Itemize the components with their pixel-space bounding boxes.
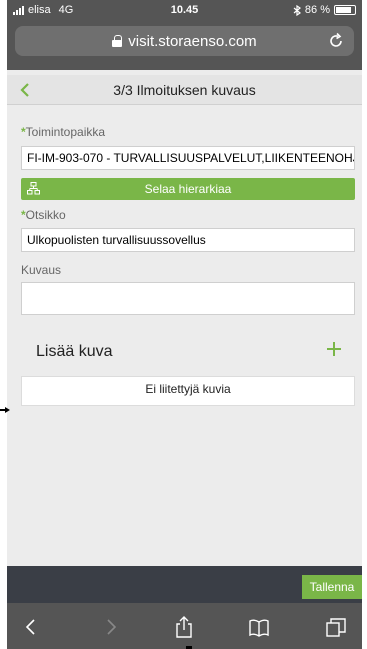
attachments-list: Ei liitettyjä kuvia xyxy=(21,376,355,406)
app-frame: elisa 4G 10.45 86 % visit.storaenso.com xyxy=(7,0,362,649)
no-attachments-text: Ei liitettyjä kuvia xyxy=(145,382,231,396)
share-icon[interactable] xyxy=(173,615,195,639)
battery-fill xyxy=(336,7,352,13)
browser-back-icon[interactable] xyxy=(21,615,43,639)
bluetooth-icon xyxy=(293,4,301,16)
browse-hierarchy-button[interactable]: Selaa hierarkiaa xyxy=(21,178,355,200)
reload-icon[interactable] xyxy=(326,31,346,51)
location-field[interactable]: FI-IM-903-070 - TURVALLISUUSPALVELUT,LII… xyxy=(21,146,355,170)
subject-label-text: Otsikko xyxy=(25,208,66,222)
battery-icon xyxy=(334,5,356,15)
url-text: visit.storaenso.com xyxy=(128,33,257,50)
browser-url-area: visit.storaenso.com xyxy=(7,20,362,70)
url-display: visit.storaenso.com xyxy=(15,33,354,50)
status-bar: elisa 4G 10.45 86 % xyxy=(7,0,362,20)
hierarchy-icon xyxy=(27,182,40,195)
footer-bar: Tallenna xyxy=(7,566,362,603)
add-image-title: Lisää kuva xyxy=(36,343,113,360)
subject-label: *Otsikko xyxy=(21,208,66,222)
page-title: 3/3 Ilmoituksen kuvaus xyxy=(113,82,256,98)
url-bar[interactable]: visit.storaenso.com xyxy=(15,26,354,56)
tabs-icon[interactable] xyxy=(325,615,347,639)
location-label: *Toimintopaikka xyxy=(21,125,105,139)
location-label-text: Toimintopaikka xyxy=(25,125,106,139)
description-label: Kuvaus xyxy=(21,263,62,277)
save-button[interactable]: Tallenna xyxy=(302,575,362,599)
lock-icon xyxy=(112,35,123,47)
browser-forward-icon[interactable] xyxy=(100,615,122,639)
battery-percent: 86 % xyxy=(304,4,330,16)
description-field[interactable] xyxy=(21,282,355,315)
add-image-plus-icon[interactable] xyxy=(327,342,341,356)
bookmarks-icon[interactable] xyxy=(248,615,270,639)
annotation-pointer-arrow xyxy=(5,407,10,413)
app-header: 3/3 Ilmoituksen kuvaus xyxy=(7,75,362,105)
browser-toolbar xyxy=(7,603,362,649)
browse-hierarchy-label: Selaa hierarkiaa xyxy=(144,182,232,196)
subject-field[interactable]: Ulkopuolisten turvallisuussovellus xyxy=(21,228,355,252)
status-right: 86 % xyxy=(293,4,356,16)
